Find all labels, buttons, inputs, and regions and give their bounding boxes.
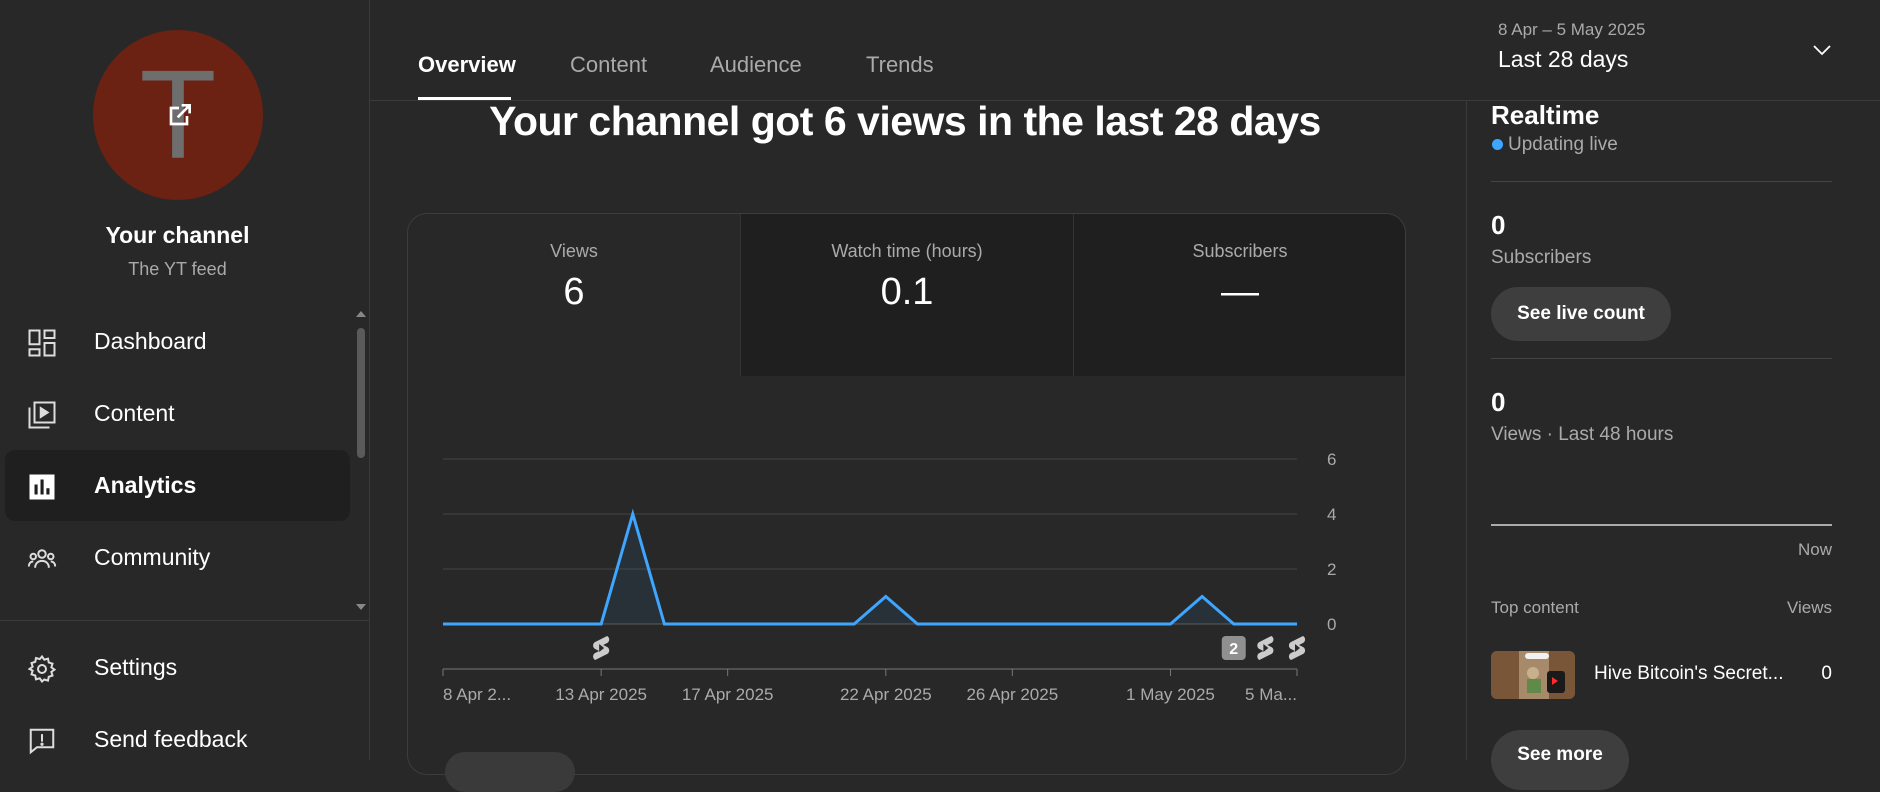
thumbnail-image xyxy=(1491,651,1575,699)
realtime-views-value: 0 xyxy=(1491,387,1505,418)
date-period-select[interactable]: Last 28 days xyxy=(1498,46,1628,73)
top-content-title[interactable]: Hive Bitcoin's Secret... xyxy=(1594,663,1788,685)
divider xyxy=(1491,181,1832,182)
chevron-down-icon[interactable] xyxy=(1810,38,1834,62)
live-status-text: Updating live xyxy=(1508,134,1618,156)
x-tick-label: 5 Ma... xyxy=(1245,685,1297,704)
y-tick-label: 2 xyxy=(1327,560,1336,579)
video-thumbnail[interactable] xyxy=(1491,651,1575,699)
x-tick-label: 22 Apr 2025 xyxy=(840,685,932,704)
x-tick-label: 26 Apr 2025 xyxy=(966,685,1058,704)
realtime-panel: Realtime Updating live 0 Subscribers See… xyxy=(1466,100,1880,760)
realtime-title: Realtime xyxy=(1491,100,1599,131)
top-content-views: 0 xyxy=(1797,663,1832,685)
x-tick-label: 17 Apr 2025 xyxy=(682,685,774,704)
live-status-dot xyxy=(1492,139,1503,150)
x-tick-label: 13 Apr 2025 xyxy=(555,685,647,704)
date-range-text[interactable]: 8 Apr – 5 May 2025 xyxy=(1498,20,1645,40)
realtime-subscribers-value: 0 xyxy=(1491,210,1505,241)
realtime-subscribers-label: Subscribers xyxy=(1491,247,1591,269)
y-tick-label: 4 xyxy=(1327,505,1336,524)
x-tick-label: 1 May 2025 xyxy=(1126,685,1215,704)
top-content-header: Top content xyxy=(1491,598,1579,618)
realtime-sparkline xyxy=(1491,524,1832,526)
sparkline-now-label: Now xyxy=(1767,540,1832,560)
x-tick-label: 8 Apr 2... xyxy=(443,685,511,704)
views-line-chart: 0 2 4 6 8 Apr 2... 13 Apr 2025 17 Apr 2025 22 A… xyxy=(0,0,1400,760)
realtime-views-label: Views · Last 48 hours xyxy=(1491,424,1673,446)
video-count-badge-label: 2 xyxy=(1229,641,1238,658)
views-column-header: Views xyxy=(1767,598,1832,618)
y-tick-label: 6 xyxy=(1327,450,1336,469)
y-tick-label: 0 xyxy=(1327,615,1336,634)
see-more-chart-button[interactable] xyxy=(445,752,575,792)
see-more-button[interactable]: See more xyxy=(1491,730,1629,790)
divider xyxy=(1491,358,1832,359)
see-live-count-button[interactable]: See live count xyxy=(1491,287,1671,341)
